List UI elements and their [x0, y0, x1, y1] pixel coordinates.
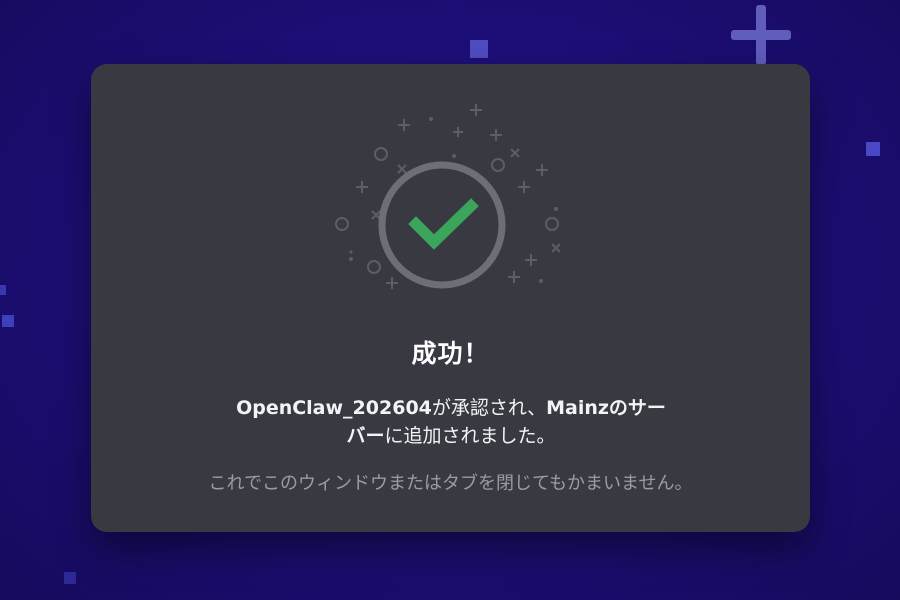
success-ring — [378, 161, 506, 289]
bot-name: OpenClaw_202604 — [236, 397, 432, 419]
message-text-end: に追加されました。 — [384, 425, 556, 447]
checkmark-glyph — [408, 198, 479, 250]
star-decoration — [470, 40, 488, 58]
success-checkmark-icon — [335, 104, 561, 289]
confetti-decoration — [335, 104, 561, 289]
star-decoration — [64, 572, 76, 584]
star-decoration — [866, 142, 880, 156]
star-decoration — [0, 285, 6, 295]
star-decoration — [2, 315, 14, 327]
message-text: が承認され、 — [431, 397, 547, 419]
dialog-title: 成功！ — [411, 339, 490, 368]
sparkle-decoration — [731, 5, 791, 65]
success-dialog: 成功！ OpenClaw_202604が承認され、Mainzのサーバーに追加され… — [91, 64, 810, 532]
success-message: OpenClaw_202604が承認され、Mainzのサーバーに追加されました。 — [231, 394, 671, 450]
close-hint: これでこのウィンドウまたはタブを閉じてもかまいません。 — [208, 473, 693, 494]
